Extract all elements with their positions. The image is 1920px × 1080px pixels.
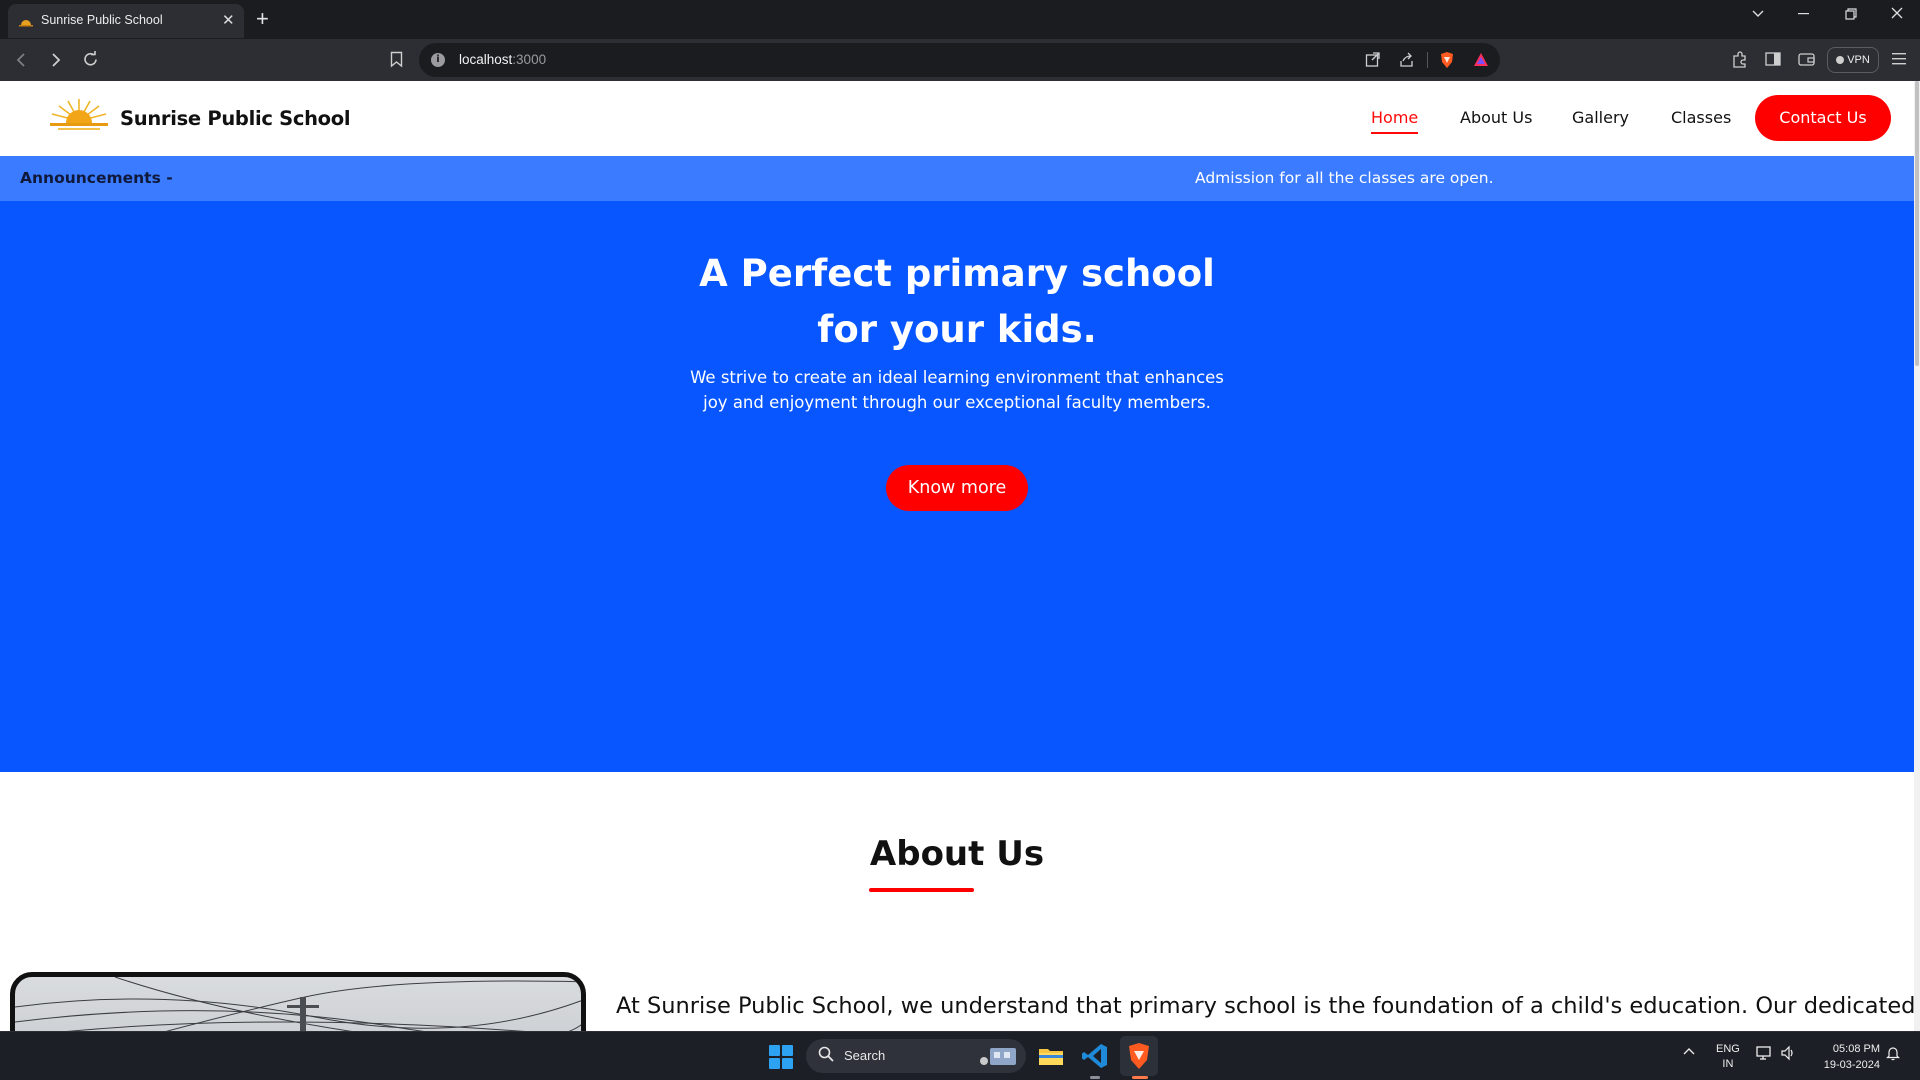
sunrise-logo-icon xyxy=(50,99,108,130)
page-scrollbar[interactable] xyxy=(1914,81,1920,1031)
school-name[interactable]: Sunrise Public School xyxy=(120,107,351,130)
nav-home[interactable]: Home xyxy=(1371,108,1419,134)
nav-classes[interactable]: Classes xyxy=(1671,108,1731,127)
search-icon xyxy=(818,1046,834,1062)
power-lines-photo xyxy=(15,977,581,1031)
tab-close-icon[interactable]: ✕ xyxy=(222,11,235,29)
heading-underline xyxy=(869,888,974,892)
brave-rewards-icon[interactable] xyxy=(1473,52,1489,67)
system-clock[interactable]: 05:08 PM 19-03-2024 xyxy=(1808,1041,1880,1073)
know-more-button[interactable]: Know more xyxy=(886,465,1028,511)
active-indicator xyxy=(1132,1076,1148,1079)
announcement-label: Announcements - xyxy=(20,169,173,187)
minimize-icon[interactable] xyxy=(1798,13,1809,15)
brave-browser-icon[interactable] xyxy=(1124,1041,1154,1071)
nav-about-us[interactable]: About Us xyxy=(1460,108,1532,127)
volume-icon[interactable] xyxy=(1780,1045,1796,1061)
file-explorer-icon[interactable] xyxy=(1036,1041,1066,1071)
announcement-bar: Announcements - Admission for all the cl… xyxy=(0,156,1914,201)
about-us-heading: About Us xyxy=(869,834,1045,874)
language-indicator[interactable]: ENG IN xyxy=(1716,1042,1740,1072)
extensions-icon[interactable] xyxy=(1731,51,1748,68)
reload-icon[interactable] xyxy=(82,51,99,68)
vpn-button[interactable]: VPN xyxy=(1827,47,1879,73)
site-info-icon[interactable]: i xyxy=(431,53,445,67)
hero-subtitle: We strive to create an ideal learning en… xyxy=(690,368,1224,412)
browser-toolbar: i localhost:3000 VPN xyxy=(0,39,1920,81)
windows-start-icon[interactable] xyxy=(769,1045,793,1069)
back-icon[interactable] xyxy=(16,52,26,68)
search-label: Search xyxy=(844,1048,886,1063)
running-indicator xyxy=(1090,1076,1100,1079)
hero-title: A Perfect primary school for your kids. xyxy=(699,252,1215,351)
url-text[interactable]: localhost:3000 xyxy=(459,52,546,67)
open-external-icon[interactable] xyxy=(1365,52,1381,68)
about-paragraph: At Sunrise Public School, we understand … xyxy=(616,993,1914,1019)
tab-search-chevron-icon[interactable] xyxy=(1752,10,1764,18)
browser-tab-strip: Sunrise Public School ✕ + xyxy=(0,0,1920,39)
forward-icon[interactable] xyxy=(51,52,61,68)
about-photo xyxy=(10,972,586,1031)
vscode-icon[interactable] xyxy=(1080,1041,1110,1071)
site-header: Sunrise Public School Home About Us Gall… xyxy=(0,81,1914,156)
close-window-icon[interactable] xyxy=(1891,7,1903,19)
scrollbar-thumb[interactable] xyxy=(1915,81,1919,366)
nav-gallery[interactable]: Gallery xyxy=(1572,108,1629,127)
sun-favicon-icon xyxy=(19,20,33,27)
taskbar-search[interactable]: Search xyxy=(806,1039,1026,1073)
contact-us-button[interactable]: Contact Us xyxy=(1755,95,1891,141)
new-tab-button[interactable]: + xyxy=(256,6,269,32)
tab-title: Sunrise Public School xyxy=(41,13,163,27)
menu-icon[interactable] xyxy=(1892,53,1906,65)
announcement-text: Admission for all the classes are open. xyxy=(1195,169,1494,187)
bookmark-icon[interactable] xyxy=(390,51,403,68)
wallet-icon[interactable] xyxy=(1798,52,1815,66)
restore-icon[interactable] xyxy=(1845,8,1857,20)
network-icon[interactable] xyxy=(1756,1045,1774,1061)
tray-overflow-chevron-icon[interactable] xyxy=(1683,1047,1695,1055)
notification-bell-icon[interactable] xyxy=(1886,1045,1900,1061)
share-icon[interactable] xyxy=(1399,52,1415,68)
browser-tab-active[interactable]: Sunrise Public School ✕ xyxy=(8,4,244,38)
address-bar[interactable]: i localhost:3000 xyxy=(419,43,1500,77)
brave-shields-icon[interactable] xyxy=(1439,51,1455,69)
toolbar-divider xyxy=(1427,52,1428,68)
search-highlight-icon xyxy=(980,1048,1016,1065)
sidebar-icon[interactable] xyxy=(1765,52,1781,66)
web-page: Sunrise Public School Home About Us Gall… xyxy=(0,81,1914,1031)
windows-taskbar: Search ENG IN 05:08 PM 19-03-2024 xyxy=(0,1031,1920,1080)
hero-section: A Perfect primary school for your kids. … xyxy=(0,201,1914,772)
